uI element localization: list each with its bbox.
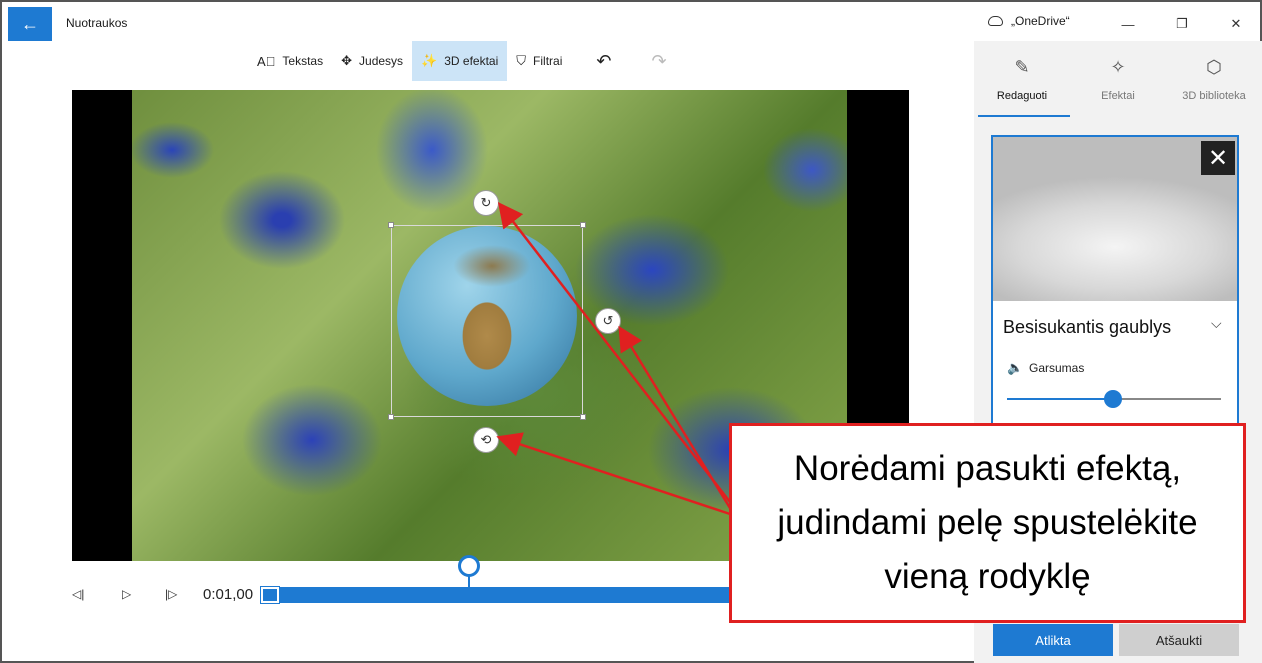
effect-card: ✕ Besisukantis gaublys ⌵ 🔈 Garsumas (991, 135, 1239, 465)
onedrive-label: „OneDrive“ (1011, 14, 1070, 28)
chevron-down-icon[interactable]: ⌵ (1211, 315, 1222, 332)
close-icon: ✕ (1207, 144, 1229, 172)
speaker-icon: 🔈 (1007, 360, 1024, 375)
motion-tool-label: Judesys (359, 54, 404, 68)
text-tool-button[interactable]: A⃞ Tekstas (248, 41, 332, 81)
clip-start-handle[interactable] (260, 586, 280, 604)
cloud-icon (988, 16, 1003, 26)
playhead-knob[interactable] (458, 555, 480, 577)
callout-text: Norėdami pasukti efektą, judindami pelę … (777, 448, 1198, 597)
tab-3d-library-label: 3D biblioteka (1182, 90, 1246, 102)
rotate-icon: ↺ (602, 313, 614, 328)
3d-effects-tool-button[interactable]: ✨ 3D efektai (412, 41, 508, 81)
tab-edit-label: Redaguoti (996, 90, 1048, 102)
maximize-button[interactable]: ❐ (1159, 10, 1205, 38)
rotate-handle-bottom[interactable]: ⟲ (473, 427, 499, 453)
resize-handle-top-left[interactable] (388, 222, 394, 228)
timeline-track[interactable] (261, 587, 731, 603)
back-button[interactable]: ← (8, 7, 52, 41)
next-frame-button[interactable]: |▷ (165, 587, 177, 601)
motion-icon: ✥ (341, 53, 353, 68)
resize-handle-bottom-right[interactable] (580, 414, 586, 420)
text-icon: A⃞ (257, 53, 276, 69)
redo-button[interactable]: ↷ (642, 41, 675, 81)
3d-effects-tool-label: 3D efektai (444, 54, 499, 68)
undo-icon: ↶ (596, 50, 612, 71)
resize-handle-bottom-left[interactable] (388, 414, 394, 420)
volume-label: Garsumas (1029, 361, 1085, 375)
play-button[interactable]: ▷ (122, 587, 131, 601)
edit-toolbar: A⃞ Tekstas ✥ Judesys ✨ 3D efektai ⛉ Filt… (248, 41, 676, 81)
instruction-callout: Norėdami pasukti efektą, judindami pelę … (729, 423, 1246, 623)
filters-tool-button[interactable]: ⛉ Filtrai (507, 41, 571, 81)
app-window: ← Nuotraukos „OneDrive“ — ❐ ✕ A⃞ Tekstas… (0, 0, 1262, 663)
cancel-button[interactable]: Atšaukti (1119, 624, 1239, 656)
active-tab-indicator (978, 115, 1070, 117)
rotate-handle-right[interactable]: ↺ (595, 308, 621, 334)
volume-slider-fill[interactable] (1007, 398, 1115, 400)
close-window-button[interactable]: ✕ (1213, 10, 1259, 38)
previous-frame-button[interactable]: ◁| (72, 587, 84, 601)
tab-edit[interactable]: ✎ Redaguoti (974, 41, 1070, 117)
app-title: Nuotraukos (66, 16, 128, 30)
onedrive-status[interactable]: „OneDrive“ (988, 14, 1070, 28)
resize-handle-top-right[interactable] (580, 222, 586, 228)
tab-3d-library[interactable]: ⬡ 3D biblioteka (1166, 41, 1262, 117)
minimize-button[interactable]: — (1105, 10, 1151, 38)
volume-slider-track[interactable] (1115, 398, 1221, 400)
current-time: 0:01,00 (203, 586, 254, 603)
motion-tool-button[interactable]: ✥ Judesys (332, 41, 412, 81)
text-tool-label: Tekstas (282, 54, 324, 68)
playhead-line (468, 576, 470, 588)
filter-icon: ⛉ (516, 53, 527, 68)
cube-icon: ⬡ (1206, 57, 1222, 77)
rotate-icon: ⟲ (480, 432, 492, 447)
effect-selection-box[interactable] (391, 225, 583, 417)
effect-name: Besisukantis gaublys (1003, 317, 1172, 337)
done-button[interactable]: Atlikta (993, 624, 1113, 656)
redo-icon: ↷ (651, 50, 667, 71)
pencil-icon: ✎ (1014, 57, 1030, 77)
tab-effects-label: Efektai (1101, 90, 1135, 102)
sparkle-icon: ✧ (1110, 57, 1126, 77)
undo-button[interactable]: ↶ (587, 41, 620, 81)
tab-effects[interactable]: ✧ Efektai (1070, 41, 1166, 117)
back-arrow-icon: ← (21, 13, 39, 34)
rotate-icon: ↻ (480, 195, 492, 210)
3d-effects-icon: ✨ (421, 53, 438, 68)
remove-effect-button[interactable]: ✕ (1201, 141, 1235, 175)
volume-slider-thumb[interactable] (1104, 390, 1122, 408)
rotate-handle-top[interactable]: ↻ (473, 190, 499, 216)
filters-tool-label: Filtrai (533, 54, 563, 68)
